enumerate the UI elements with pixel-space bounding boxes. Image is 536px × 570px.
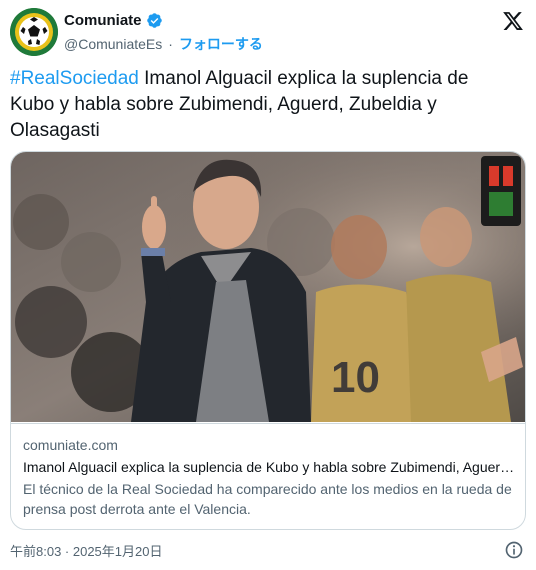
- tweet-header: Comuniate @ComuniateEs · フォローする: [10, 8, 526, 58]
- card-domain: comuniate.com: [23, 437, 118, 453]
- card-image[interactable]: 10: [11, 152, 525, 422]
- avatar[interactable]: [10, 8, 58, 56]
- handle-row: @ComuniateEs · フォローする: [64, 34, 263, 54]
- tweet-text: #RealSociedad Imanol Alguacil explica la…: [10, 66, 510, 144]
- account-handle[interactable]: @ComuniateEs: [64, 36, 162, 52]
- display-name[interactable]: Comuniate: [64, 12, 142, 29]
- follow-button[interactable]: フォローする: [179, 34, 263, 54]
- link-preview-card[interactable]: 10 comuniate.com Imanol Alguacil explica…: [10, 151, 526, 530]
- card-body: comuniate.com Imanol Alguacil explica la…: [11, 423, 525, 529]
- article-photo: 10: [11, 152, 525, 422]
- timestamp[interactable]: 午前8:03 · 2025年1月20日: [10, 541, 162, 560]
- tweet-footer: 午前8:03 · 2025年1月20日: [10, 540, 526, 560]
- card-title: Imanol Alguacil explica la suplencia de …: [23, 459, 515, 475]
- info-icon[interactable]: [504, 540, 524, 560]
- svg-text:10: 10: [331, 353, 380, 402]
- name-row: Comuniate: [64, 12, 163, 29]
- separator-dot: ·: [168, 36, 173, 52]
- x-logo-icon[interactable]: [502, 10, 524, 32]
- soccer-ball-logo-icon: [10, 8, 58, 56]
- verified-badge-icon: [146, 13, 162, 28]
- hashtag-link[interactable]: #RealSociedad: [10, 68, 139, 89]
- card-description: El técnico de la Real Sociedad ha compar…: [23, 481, 512, 517]
